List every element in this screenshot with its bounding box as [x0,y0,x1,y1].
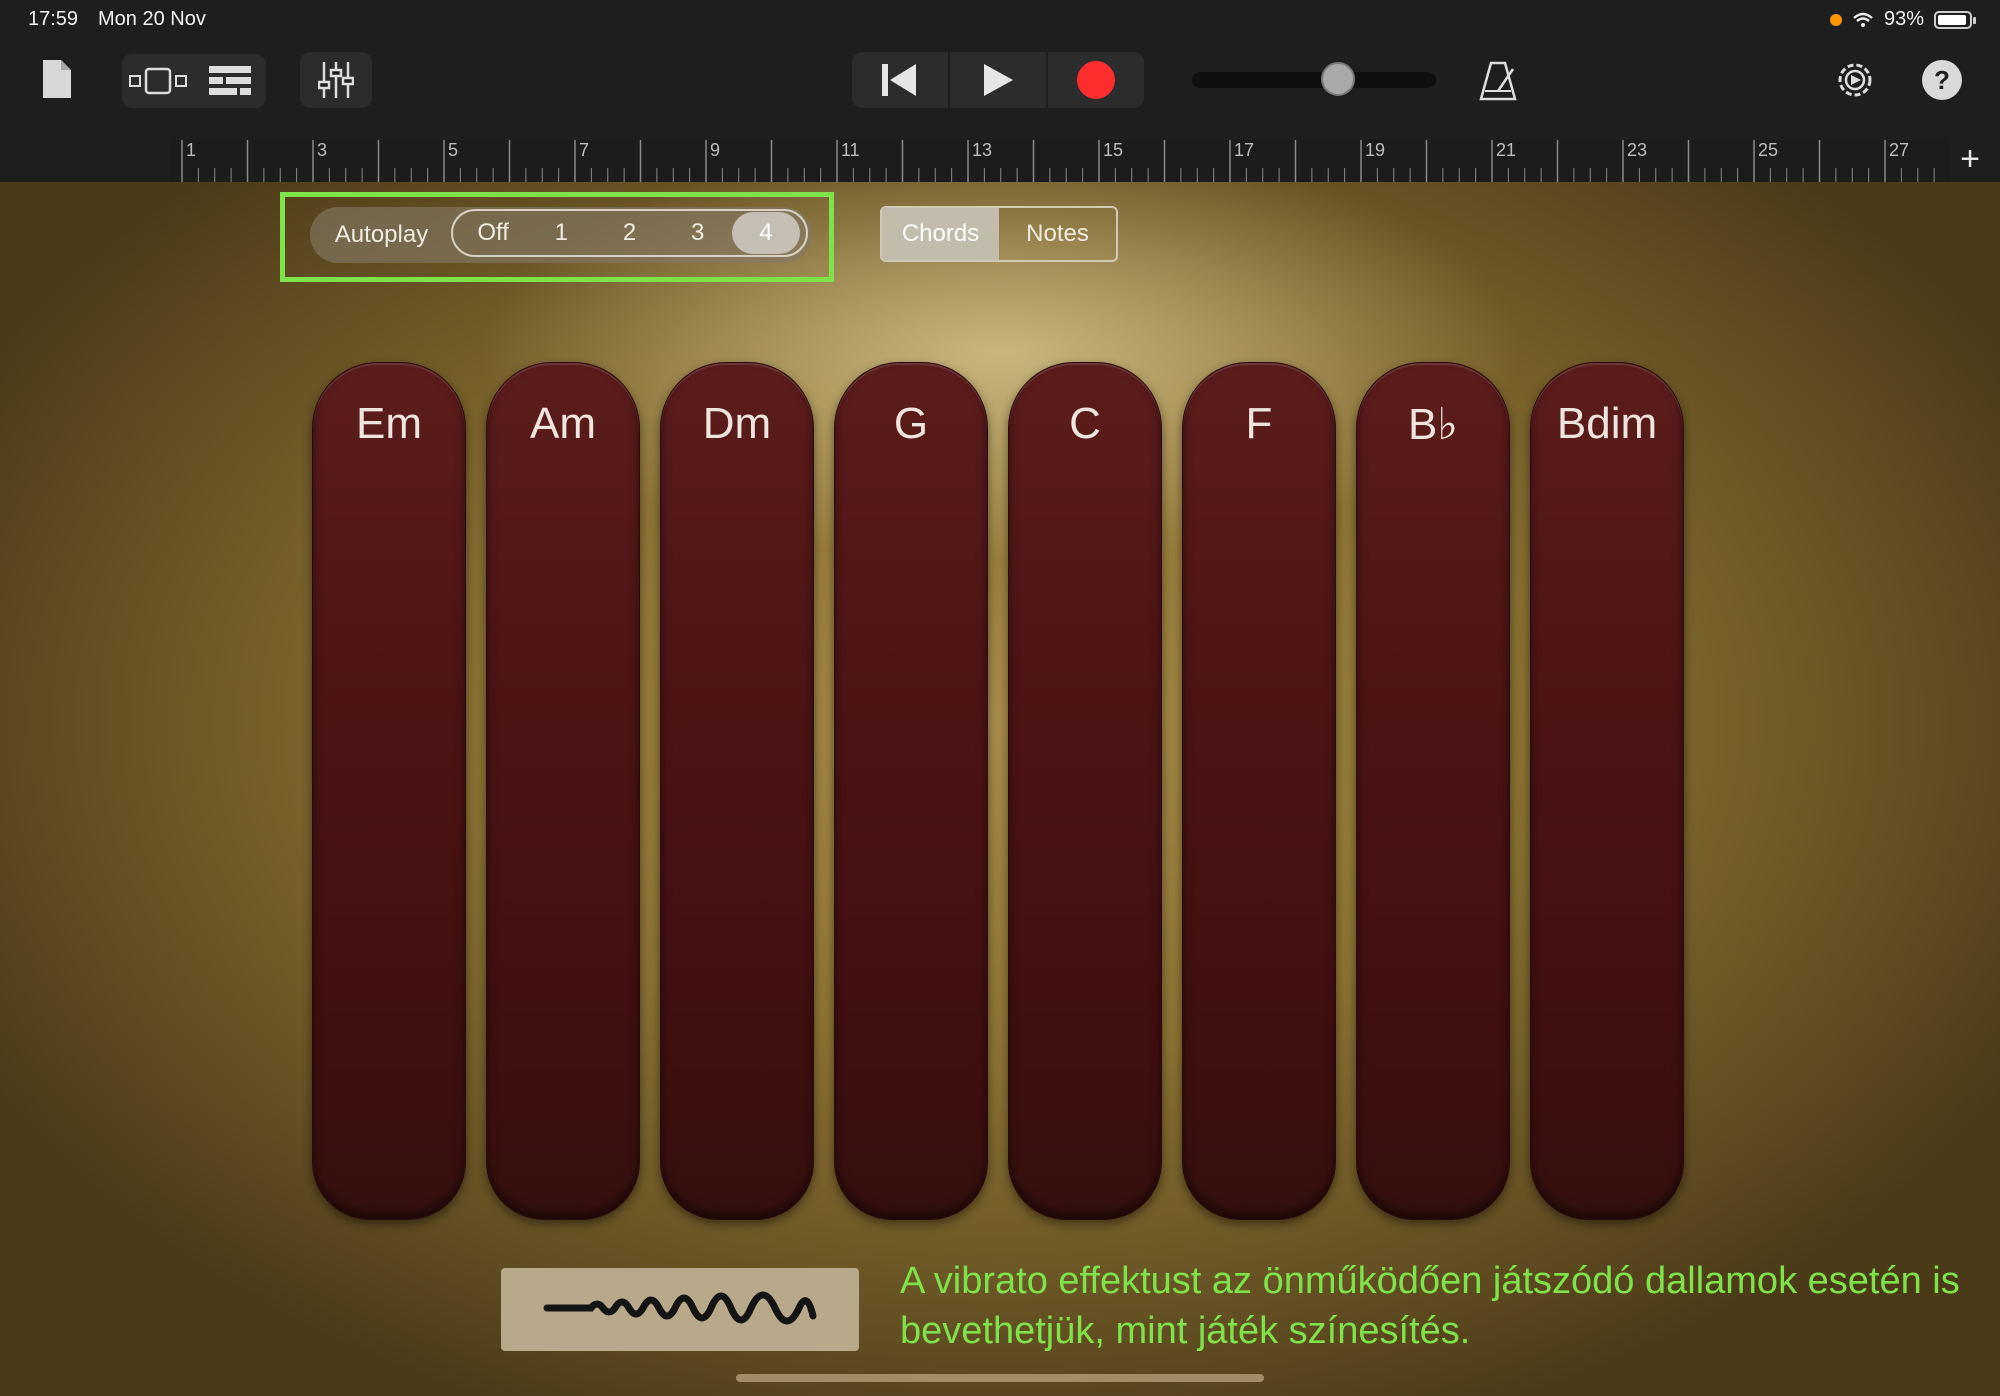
battery-percentage: 93% [1883,8,1924,30]
ruler-bar-number: 15 [1103,140,1124,160]
status-time: 17:59 [28,8,79,30]
chords-notes-switch: Chords Notes [880,206,1118,262]
autoplay-option-off[interactable]: Off [459,212,527,254]
vibrato-button[interactable] [501,1268,859,1351]
ruler-bar-number: 3 [317,140,328,160]
chord-strip[interactable]: Em [312,362,466,1220]
chord-strip[interactable]: G [834,362,988,1220]
autoplay-label: Autoplay [334,221,429,248]
smart-instrument-area [0,182,2000,1396]
chord-strip[interactable]: Am [486,362,640,1220]
ruler-track[interactable]: 1 3 5 7 9 11 13 15 17 19 21 23 25 27 [170,140,1950,183]
view-switcher [122,54,266,108]
battery-icon [1934,10,1976,29]
chord-strip[interactable]: Bdim [1530,362,1684,1220]
home-indicator[interactable] [736,1374,1264,1382]
ruler-bar-number: 1 [186,140,197,160]
tracks-view-icon[interactable] [122,54,194,108]
help-button[interactable]: ? [1922,60,1962,100]
chord-strip[interactable]: C [1008,362,1162,1220]
autoplay-options: Off 1 2 3 4 [451,209,808,257]
document-icon[interactable] [38,54,76,104]
chord-label: C [1069,399,1101,448]
battery-fill [1938,14,1966,25]
record-button[interactable] [1048,52,1144,108]
mode-option-notes[interactable]: Notes [999,208,1116,260]
status-bar: 17:59 Mon 20 Nov 93% [0,0,2000,40]
master-volume-knob[interactable] [1321,62,1356,96]
status-indicators: 93% [1829,8,1976,31]
autoplay-control: Autoplay Off 1 2 3 4 [310,207,812,263]
wifi-icon [1853,12,1873,27]
browser-icon[interactable] [194,54,266,108]
autoplay-option-1[interactable]: 1 [527,212,595,254]
go-to-start-icon[interactable] [852,52,950,108]
chord-label: F [1245,399,1273,448]
ruler-bar-number: 7 [579,140,590,160]
metronome-icon[interactable] [1476,58,1520,104]
mic-indicator-icon [1829,13,1842,26]
ruler-bar-number: 5 [448,140,459,160]
autoplay-option-3[interactable]: 3 [664,212,732,254]
help-icon: ? [1934,64,1950,95]
transport-controls [852,52,1144,108]
play-icon[interactable] [950,52,1048,108]
chord-strip[interactable]: F [1182,362,1336,1220]
chord-strip[interactable]: Dm [660,362,814,1220]
mode-option-chords[interactable]: Chords [882,208,999,260]
ruler-bar-number: 9 [710,140,721,160]
chord-label: Bdim [1556,399,1658,448]
settings-icon[interactable] [1833,58,1877,102]
ruler-bar-number: 13 [972,140,993,160]
vibrato-wave-icon [543,1291,817,1325]
chord-label: Am [530,399,596,448]
tutorial-caption: A vibrato effektust az önműködően játszó… [900,1260,1960,1352]
mixer-icon[interactable] [300,52,372,108]
autoplay-option-2[interactable]: 2 [595,212,663,254]
status-date: Mon 20 Nov [98,8,206,30]
add-section-button[interactable]: + [1960,142,1980,176]
ruler-bar-number: 25 [1758,140,1779,160]
chord-label: B♭ [1407,400,1459,449]
record-icon [1077,61,1115,99]
toolbar: ? [0,40,2000,140]
chord-label: Dm [702,399,772,448]
chord-label: Em [356,399,422,448]
ruler-bar-number: 17 [1234,140,1255,160]
ruler-bar-number: 23 [1627,140,1648,160]
ruler-bar-number: 11 [841,140,860,160]
chord-label: G [893,399,929,448]
ruler-bar-number: 19 [1365,140,1386,160]
timeline-ruler[interactable]: 1 3 5 7 9 11 13 15 17 19 21 23 25 27 + [0,140,2000,183]
chord-strip[interactable]: B♭ [1356,362,1510,1220]
ruler-bar-number: 27 [1889,140,1910,160]
master-volume-slider[interactable] [1192,72,1436,88]
autoplay-option-4[interactable]: 4 [731,212,801,254]
ruler-ticks [181,140,1935,182]
ruler-bar-number: 21 [1496,140,1517,160]
